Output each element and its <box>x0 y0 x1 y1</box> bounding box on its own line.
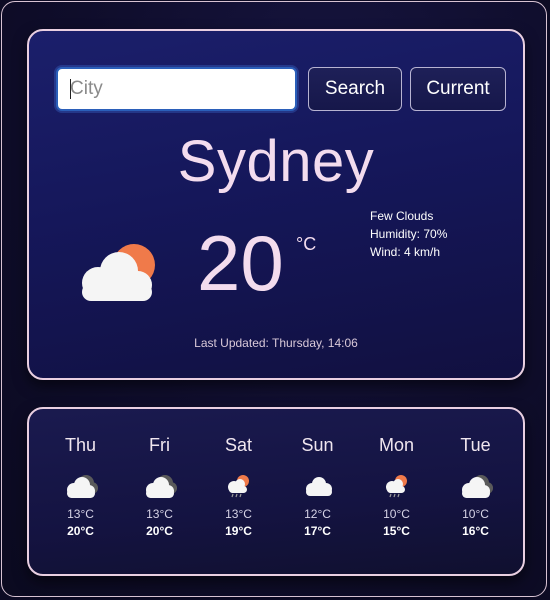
forecast-day-name: Sat <box>224 435 253 455</box>
current-weather-card: Search Current Sydney 20 °C Few Clouds H… <box>27 29 525 380</box>
forecast-min-temp: 10°C <box>462 507 489 521</box>
forecast-min-temp: 13°C <box>225 507 252 521</box>
humidity-text: Humidity: 70% <box>370 227 448 241</box>
forecast-day: Thu 13°C 20°C <box>41 435 120 538</box>
forecast-day: Fri 13°C 20°C <box>120 435 199 538</box>
forecast-max-temp: 15°C <box>383 524 410 538</box>
sun-behind-cloud-icon <box>82 244 155 301</box>
forecast-max-temp: 16°C <box>462 524 489 538</box>
forecast-max-temp: 17°C <box>304 524 331 538</box>
text-cursor <box>70 79 71 99</box>
weather-app: Search Current Sydney 20 °C Few Clouds H… <box>1 1 547 597</box>
temperature-unit: °C <box>296 234 317 254</box>
weather-details: Few Clouds Humidity: 70% Wind: 4 km/h <box>370 207 447 261</box>
forecast-day-name: Mon <box>378 435 414 455</box>
last-updated-text: Last Updated: Thursday, 14:06 <box>194 336 358 350</box>
current-temperature: 20 <box>197 219 284 307</box>
forecast-day-name: Thu <box>64 435 97 455</box>
cloudy-icon <box>461 475 493 498</box>
forecast-max-temp: 20°C <box>146 524 173 538</box>
current-location-button[interactable]: Current <box>410 67 506 111</box>
forecast-day-name: Sun <box>301 435 334 455</box>
forecast-max-temp: 20°C <box>67 524 94 538</box>
cloudy-icon <box>66 475 98 498</box>
sun-rain-cloud-icon <box>227 475 249 498</box>
forecast-min-temp: 10°C <box>383 507 410 521</box>
forecast-min-temp: 13°C <box>146 507 173 521</box>
forecast-day: Sat 13°C 19°C <box>199 435 278 538</box>
cloud-icon <box>305 477 332 496</box>
search-button[interactable]: Search <box>308 67 402 111</box>
forecast-day-name: Fri <box>149 435 170 455</box>
forecast-days: Thu 13°C 20°C Fri 13°C 20°C Sat 13°C 19°… <box>41 435 515 538</box>
forecast-day-name: Tue <box>460 435 491 455</box>
forecast-day: Sun 12°C 17°C <box>278 435 357 538</box>
cloudy-icon <box>145 475 177 498</box>
forecast-day: Mon 10°C 15°C <box>357 435 436 538</box>
forecast-min-temp: 13°C <box>67 507 94 521</box>
wind-text: Wind: 4 km/h <box>370 245 441 259</box>
city-search-input[interactable] <box>56 67 297 111</box>
forecast-day: Tue 10°C 16°C <box>436 435 515 538</box>
weather-description: Few Clouds <box>370 209 434 223</box>
sun-rain-cloud-icon <box>385 475 407 498</box>
forecast-min-temp: 12°C <box>304 507 331 521</box>
city-name: Sydney <box>177 129 375 194</box>
forecast-card: Thu 13°C 20°C Fri 13°C 20°C Sat 13°C 19°… <box>27 407 525 576</box>
forecast-max-temp: 19°C <box>225 524 252 538</box>
